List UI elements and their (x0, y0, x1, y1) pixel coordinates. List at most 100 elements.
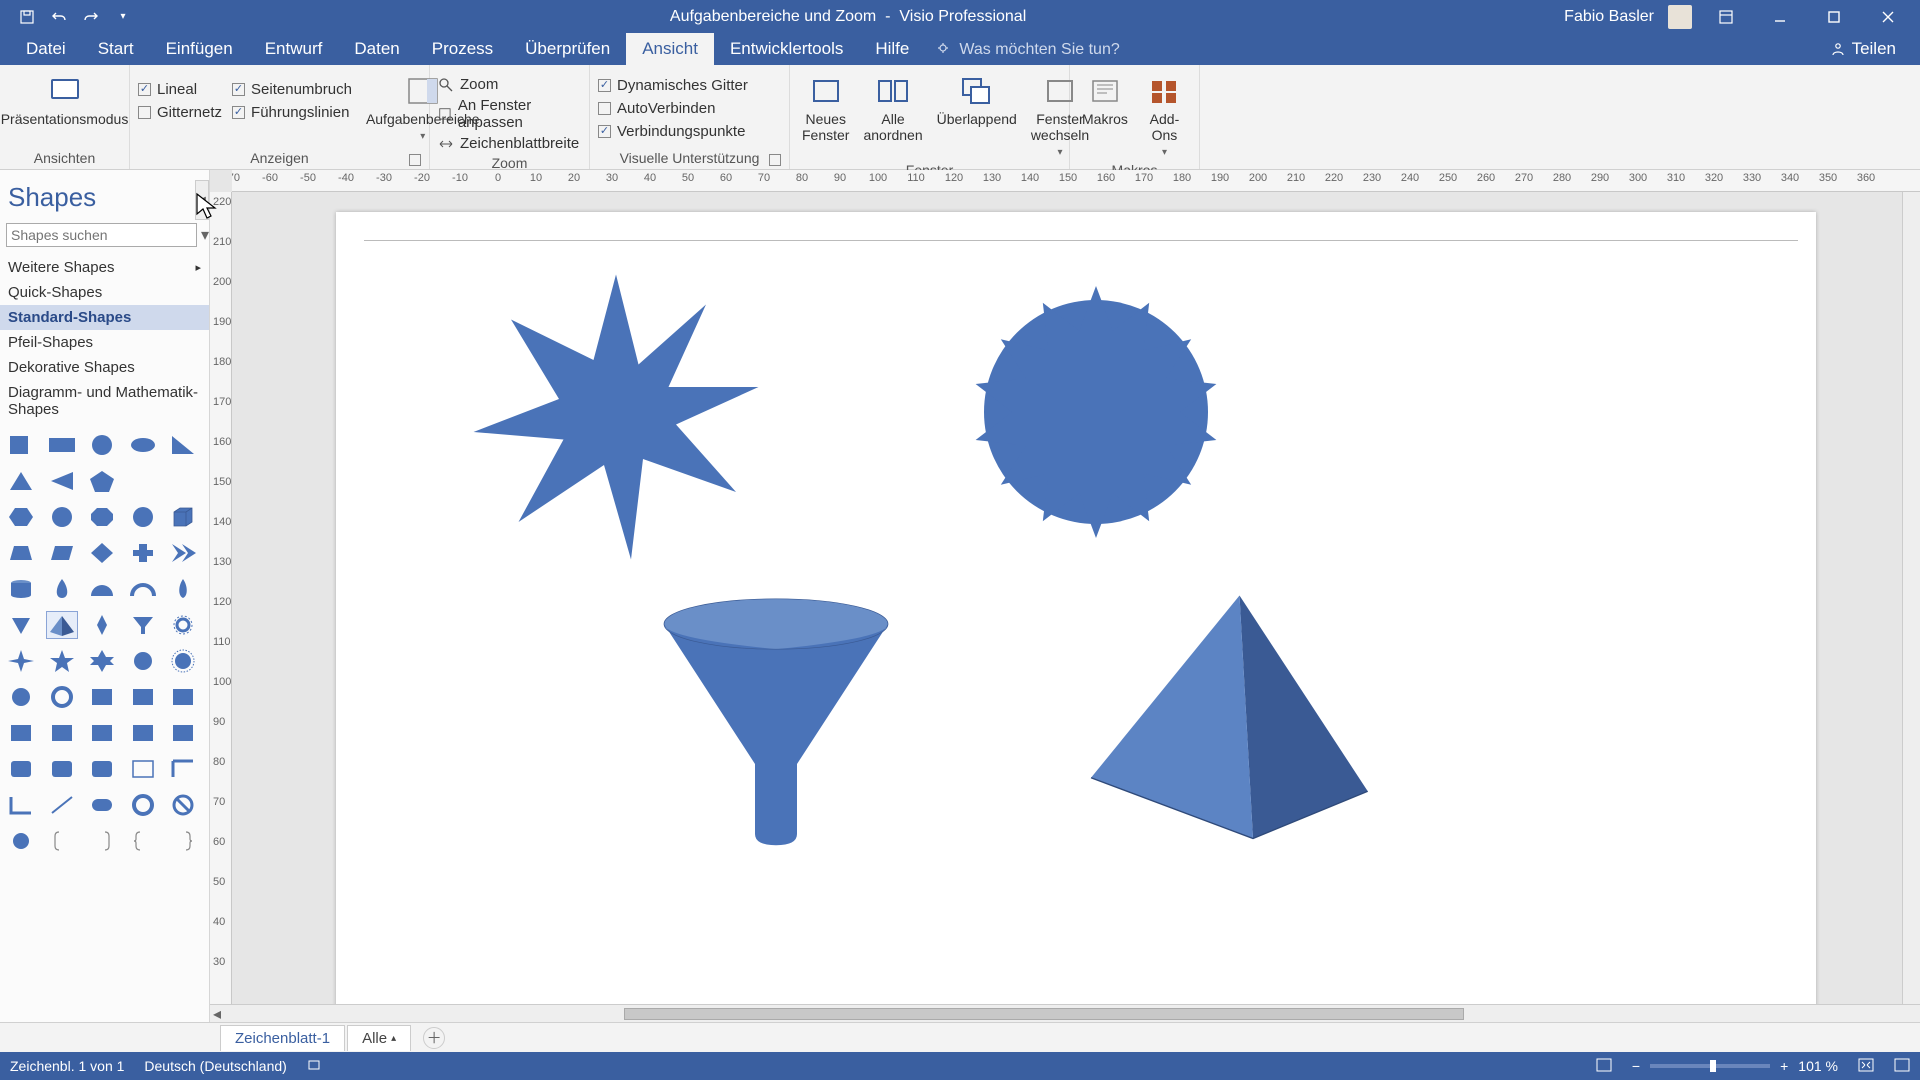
shape-circle2[interactable] (128, 504, 158, 530)
shape-outline[interactable] (128, 756, 158, 782)
checkbox-lineal[interactable]: Lineal (138, 79, 222, 100)
anzeigen-dialog-launcher[interactable] (409, 154, 421, 166)
shape-funnel-3d[interactable] (636, 582, 916, 862)
shape-sq10[interactable] (168, 720, 198, 746)
shape-star-8pt[interactable] (466, 267, 766, 567)
zoom-slider[interactable] (1650, 1064, 1770, 1068)
vertical-ruler[interactable]: 2202102001901801701601501401301201101009… (210, 192, 232, 1004)
shape-chevron[interactable] (168, 540, 198, 566)
shape-rtriangle[interactable] (168, 432, 198, 458)
cat-standard[interactable]: Standard-Shapes (0, 305, 209, 330)
shape-burst-seal[interactable] (956, 272, 1236, 552)
addons-button[interactable]: Add-Ons▾ (1138, 73, 1191, 160)
zoom-level[interactable]: 101 % (1798, 1058, 1838, 1074)
page-tab-all[interactable]: Alle▴ (347, 1025, 411, 1051)
shape-diamond[interactable] (87, 540, 117, 566)
shape-sq3[interactable] (87, 684, 117, 710)
shape-ring[interactable] (47, 684, 77, 710)
shape-lshape[interactable] (6, 792, 36, 818)
cat-diagramm[interactable]: Diagramm- und Mathematik-Shapes (0, 380, 209, 422)
cat-dekorativ[interactable]: Dekorative Shapes (0, 355, 209, 380)
shape-roundrect[interactable] (87, 792, 117, 818)
shape-star8[interactable] (128, 648, 158, 674)
checkbox-dyn-gitter[interactable]: Dynamisches Gitter (598, 75, 748, 96)
shape-sq5[interactable] (168, 684, 198, 710)
drawing-page[interactable] (336, 212, 1816, 1004)
shape-funnel[interactable] (128, 612, 158, 638)
checkbox-verbindungspunkte[interactable]: Verbindungspunkte (598, 121, 748, 142)
tell-me-search[interactable]: Was möchten Sie tun? (925, 41, 1129, 65)
cat-quick[interactable]: Quick-Shapes (0, 280, 209, 305)
save-button[interactable] (18, 8, 36, 26)
makros-button[interactable]: Makros (1078, 73, 1132, 129)
horizontal-ruler[interactable]: -70-60-50-40-30-20-100102030405060708090… (232, 170, 1920, 192)
shape-triangle-left[interactable] (47, 468, 77, 494)
shape-sq9[interactable] (128, 720, 158, 746)
shape-sq8[interactable] (87, 720, 117, 746)
vertical-scrollbar[interactable] (1902, 192, 1920, 1004)
redo-button[interactable] (82, 8, 100, 26)
minimize-button[interactable] (1760, 0, 1800, 33)
shape-gear[interactable] (168, 612, 198, 638)
shape-triangle[interactable] (6, 468, 36, 494)
shape-burst[interactable] (168, 648, 198, 674)
tab-prozess[interactable]: Prozess (416, 33, 509, 65)
canvas-scroll[interactable] (232, 192, 1920, 1004)
view-normal-icon[interactable] (1596, 1058, 1612, 1075)
shape-rounded2[interactable] (47, 756, 77, 782)
shape-can[interactable] (6, 576, 36, 602)
zoom-in-button[interactable]: + (1780, 1058, 1788, 1074)
shape-star6[interactable] (87, 648, 117, 674)
shape-drop2[interactable] (168, 576, 198, 602)
status-language[interactable]: Deutsch (Deutschland) (144, 1058, 286, 1074)
maximize-button[interactable] (1814, 0, 1854, 33)
shape-rhombus[interactable] (87, 612, 117, 638)
cat-pfeil[interactable]: Pfeil-Shapes (0, 330, 209, 355)
tab-start[interactable]: Start (82, 33, 150, 65)
tab-ueberpruefen[interactable]: Überprüfen (509, 33, 626, 65)
shape-star5[interactable] (47, 648, 77, 674)
tab-entwicklertools[interactable]: Entwicklertools (714, 33, 859, 65)
user-name[interactable]: Fabio Basler (1564, 8, 1654, 26)
shape-circle[interactable] (87, 432, 117, 458)
qat-customize[interactable]: ▾ (114, 8, 132, 26)
shape-blank2[interactable] (168, 468, 198, 494)
shape-pyramid-3d[interactable] (1076, 582, 1376, 852)
shape-br3[interactable] (128, 828, 158, 854)
arrange-all-button[interactable]: Alle anordnen (859, 73, 926, 145)
shape-cube[interactable] (168, 504, 198, 530)
shape-heptagon[interactable] (47, 504, 77, 530)
shape-cross[interactable] (128, 540, 158, 566)
tab-entwurf[interactable]: Entwurf (249, 33, 339, 65)
zoom-out-button[interactable]: − (1632, 1058, 1640, 1074)
shape-corner[interactable] (168, 756, 198, 782)
shape-parallelogram[interactable] (47, 540, 77, 566)
macro-record-icon[interactable] (307, 1058, 321, 1075)
shape-square[interactable] (6, 432, 36, 458)
shape-rounded3[interactable] (87, 756, 117, 782)
presentation-mode-button[interactable]: Präsentationsmodus (0, 73, 132, 129)
cascade-button[interactable]: Überlappend (933, 73, 1021, 129)
search-dropdown[interactable]: ▾ (201, 223, 209, 247)
ribbon-display-options[interactable] (1706, 0, 1746, 33)
shape-line[interactable] (47, 792, 77, 818)
shape-rect[interactable] (47, 432, 77, 458)
share-button[interactable]: Teilen (1816, 39, 1910, 65)
shape-star4[interactable] (6, 648, 36, 674)
shape-nosign[interactable] (168, 792, 198, 818)
tab-hilfe[interactable]: Hilfe (859, 33, 925, 65)
shape-hexagon[interactable] (6, 504, 36, 530)
horizontal-scrollbar[interactable]: ◂ (210, 1004, 1920, 1022)
shape-dot[interactable] (6, 828, 36, 854)
new-window-button[interactable]: Neues Fenster (798, 73, 853, 145)
shape-sq4[interactable] (128, 684, 158, 710)
shape-sq7[interactable] (47, 720, 77, 746)
add-page-button[interactable]: ＋ (423, 1027, 445, 1049)
shape-circ3[interactable] (6, 684, 36, 710)
fit-page-icon[interactable] (1858, 1058, 1874, 1075)
shape-arc[interactable] (128, 576, 158, 602)
shape-trapezoid[interactable] (6, 540, 36, 566)
shape-blank1[interactable] (128, 468, 158, 494)
shape-pentagon[interactable] (87, 468, 117, 494)
tab-ansicht[interactable]: Ansicht (626, 33, 714, 65)
